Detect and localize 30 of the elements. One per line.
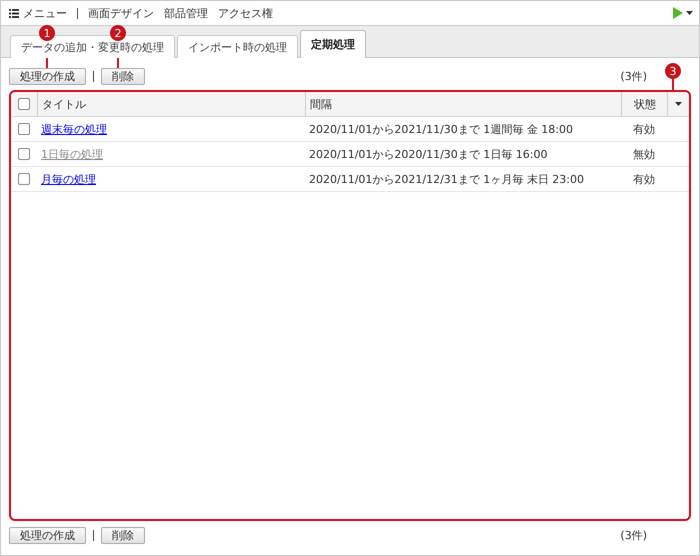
menu-button[interactable]: メニュー	[9, 6, 67, 20]
table-cell: 有効	[633, 122, 655, 136]
caret-icon[interactable]	[686, 11, 693, 15]
title-link[interactable]: 週末毎の処理	[41, 122, 107, 136]
checkbox[interactable]	[18, 173, 30, 185]
column-header[interactable]: 状態	[634, 96, 656, 112]
menu-icon[interactable]	[9, 8, 19, 18]
tab[interactable]: インポート時の処理	[177, 35, 298, 58]
table-cell: 2020/11/01から2021/11/30まで 1週間毎 金 18:00	[309, 122, 573, 136]
menu-item[interactable]: 部品管理	[164, 6, 208, 20]
column-header[interactable]: タイトル	[42, 96, 86, 112]
menu-item[interactable]: 画面デザイン	[88, 6, 154, 20]
menu-item[interactable]: アクセス権	[218, 6, 273, 20]
callout-badge: 3	[665, 63, 681, 79]
caret-icon[interactable]	[675, 102, 682, 106]
checkbox[interactable]	[18, 98, 30, 110]
column-header[interactable]: 間隔	[310, 96, 332, 112]
table-cell: 無効	[633, 146, 655, 162]
delete-button[interactable]: 削除	[101, 526, 145, 544]
title-link[interactable]: 月毎の処理	[41, 172, 96, 186]
checkbox[interactable]	[18, 123, 30, 135]
item-count: (3件)	[620, 68, 647, 84]
table-cell: 有効	[633, 172, 655, 186]
item-count: (3件)	[620, 528, 647, 542]
create-button[interactable]: 処理の作成	[9, 68, 86, 84]
create-button[interactable]: 処理の作成	[9, 526, 86, 544]
table-cell: 2020/11/01から2021/12/31まで 1ヶ月毎 末日 23:00	[309, 172, 584, 186]
delete-button[interactable]: 削除	[101, 68, 145, 84]
table-cell: 2020/11/01から2020/11/30まで 1日毎 16:00	[309, 146, 548, 162]
tab[interactable]: 定期処理	[300, 30, 366, 58]
